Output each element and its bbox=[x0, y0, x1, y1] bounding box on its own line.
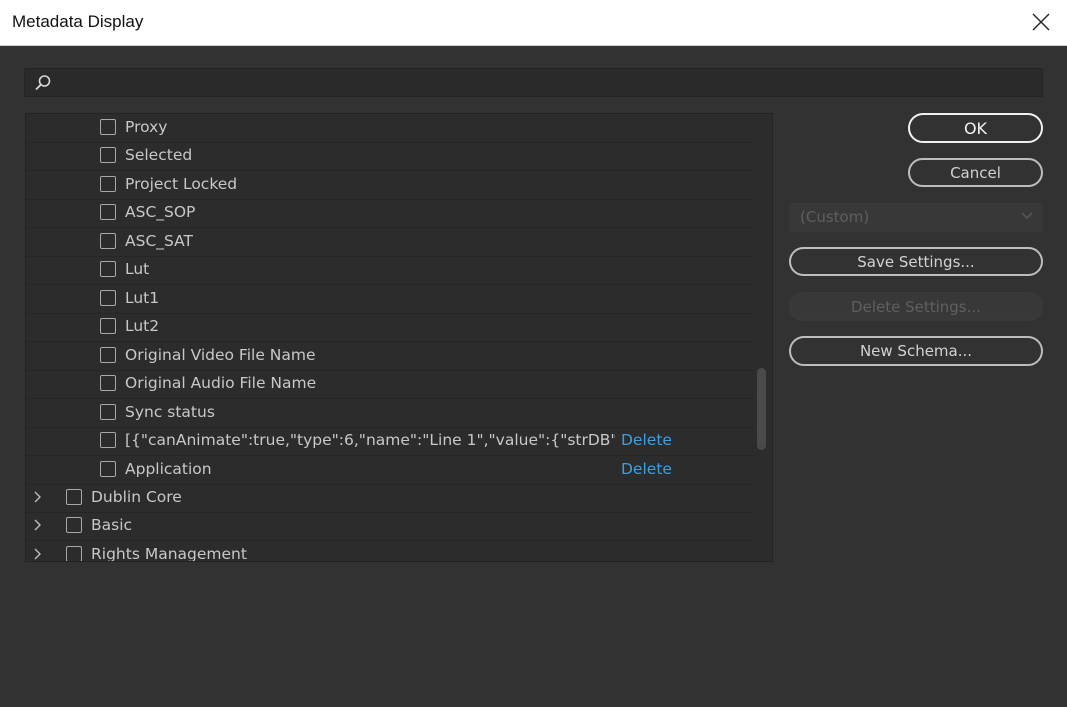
checkbox[interactable] bbox=[100, 432, 116, 448]
list-item-label: Lut bbox=[125, 260, 150, 278]
checkbox[interactable] bbox=[100, 290, 116, 306]
group-row[interactable]: Dublin Core bbox=[26, 484, 754, 513]
list-item-label: Lut2 bbox=[125, 317, 160, 335]
list-item[interactable]: Original Video File Name bbox=[26, 342, 754, 371]
checkbox[interactable] bbox=[100, 461, 116, 477]
list-item-label: Selected bbox=[125, 146, 193, 164]
checkbox[interactable] bbox=[100, 375, 116, 391]
list-item[interactable]: Proxy bbox=[26, 114, 754, 143]
preset-selected-value: (Custom) bbox=[800, 208, 870, 226]
checkbox[interactable] bbox=[100, 318, 116, 334]
title-bar: Metadata Display bbox=[0, 0, 1067, 46]
search-input[interactable] bbox=[59, 69, 1033, 98]
close-button[interactable] bbox=[1025, 6, 1057, 38]
window-title: Metadata Display bbox=[12, 12, 144, 31]
list-item-label: Original Audio File Name bbox=[125, 374, 317, 392]
list-item[interactable]: ASC_SAT bbox=[26, 228, 754, 257]
list-item[interactable]: Original Audio File Name bbox=[26, 370, 754, 399]
checkbox[interactable] bbox=[100, 261, 116, 277]
list-item-label: [{"canAnimate":true,"type":6,"name":"Lin… bbox=[125, 431, 615, 449]
checkbox[interactable] bbox=[100, 119, 116, 135]
checkbox[interactable] bbox=[66, 517, 82, 533]
ok-button[interactable]: OK bbox=[908, 113, 1043, 143]
list-item[interactable]: [{"canAnimate":true,"type":6,"name":"Lin… bbox=[26, 427, 754, 456]
list-item-label: ASC_SOP bbox=[125, 203, 196, 221]
list-item-label: Proxy bbox=[125, 118, 168, 136]
group-row[interactable]: Basic bbox=[26, 512, 754, 541]
preset-dropdown[interactable]: (Custom) bbox=[789, 203, 1043, 232]
list-item[interactable]: Lut1 bbox=[26, 285, 754, 314]
group-row[interactable]: Rights Management bbox=[26, 541, 754, 562]
save-settings-button[interactable]: Save Settings... bbox=[789, 247, 1043, 276]
list-item-label: Lut1 bbox=[125, 289, 160, 307]
checkbox[interactable] bbox=[100, 233, 116, 249]
search-icon bbox=[35, 75, 51, 91]
chevron-right-icon[interactable] bbox=[33, 547, 43, 561]
checkbox[interactable] bbox=[100, 147, 116, 163]
list-item[interactable]: Sync status bbox=[26, 399, 754, 428]
chevron-right-icon[interactable] bbox=[33, 490, 43, 504]
checkbox[interactable] bbox=[66, 546, 82, 561]
search-field[interactable] bbox=[24, 68, 1043, 98]
checkbox[interactable] bbox=[100, 204, 116, 220]
list-item[interactable]: Lut2 bbox=[26, 313, 754, 342]
metadata-list[interactable]: Proxy Selected Project Locked ASC_SOP AS… bbox=[25, 113, 773, 562]
list-item-label: Sync status bbox=[125, 403, 215, 421]
group-label: Basic bbox=[91, 516, 133, 534]
group-label: Rights Management bbox=[91, 545, 247, 562]
checkbox[interactable] bbox=[66, 489, 82, 505]
list-item-label: Original Video File Name bbox=[125, 346, 316, 364]
list-item[interactable]: Application Delete bbox=[26, 456, 754, 485]
close-icon bbox=[1032, 13, 1050, 31]
checkbox[interactable] bbox=[100, 176, 116, 192]
list-item[interactable]: ASC_SOP bbox=[26, 199, 754, 228]
list-item-label: Project Locked bbox=[125, 175, 238, 193]
list-item-label: Application bbox=[125, 460, 212, 478]
chevron-right-icon[interactable] bbox=[33, 518, 43, 532]
delete-link[interactable]: Delete bbox=[621, 460, 672, 478]
checkbox[interactable] bbox=[100, 404, 116, 420]
delete-settings-button[interactable]: Delete Settings... bbox=[789, 292, 1043, 321]
group-label: Dublin Core bbox=[91, 488, 182, 506]
list-item[interactable]: Selected bbox=[26, 142, 754, 171]
list-item[interactable]: Lut bbox=[26, 256, 754, 285]
chevron-down-icon bbox=[1021, 212, 1033, 219]
cancel-button[interactable]: Cancel bbox=[908, 158, 1043, 187]
delete-link[interactable]: Delete bbox=[621, 431, 672, 449]
list-item[interactable]: Project Locked bbox=[26, 171, 754, 200]
list-item-label: ASC_SAT bbox=[125, 232, 194, 250]
new-schema-button[interactable]: New Schema... bbox=[789, 336, 1043, 366]
checkbox[interactable] bbox=[100, 347, 116, 363]
scrollbar-thumb[interactable] bbox=[757, 368, 766, 450]
